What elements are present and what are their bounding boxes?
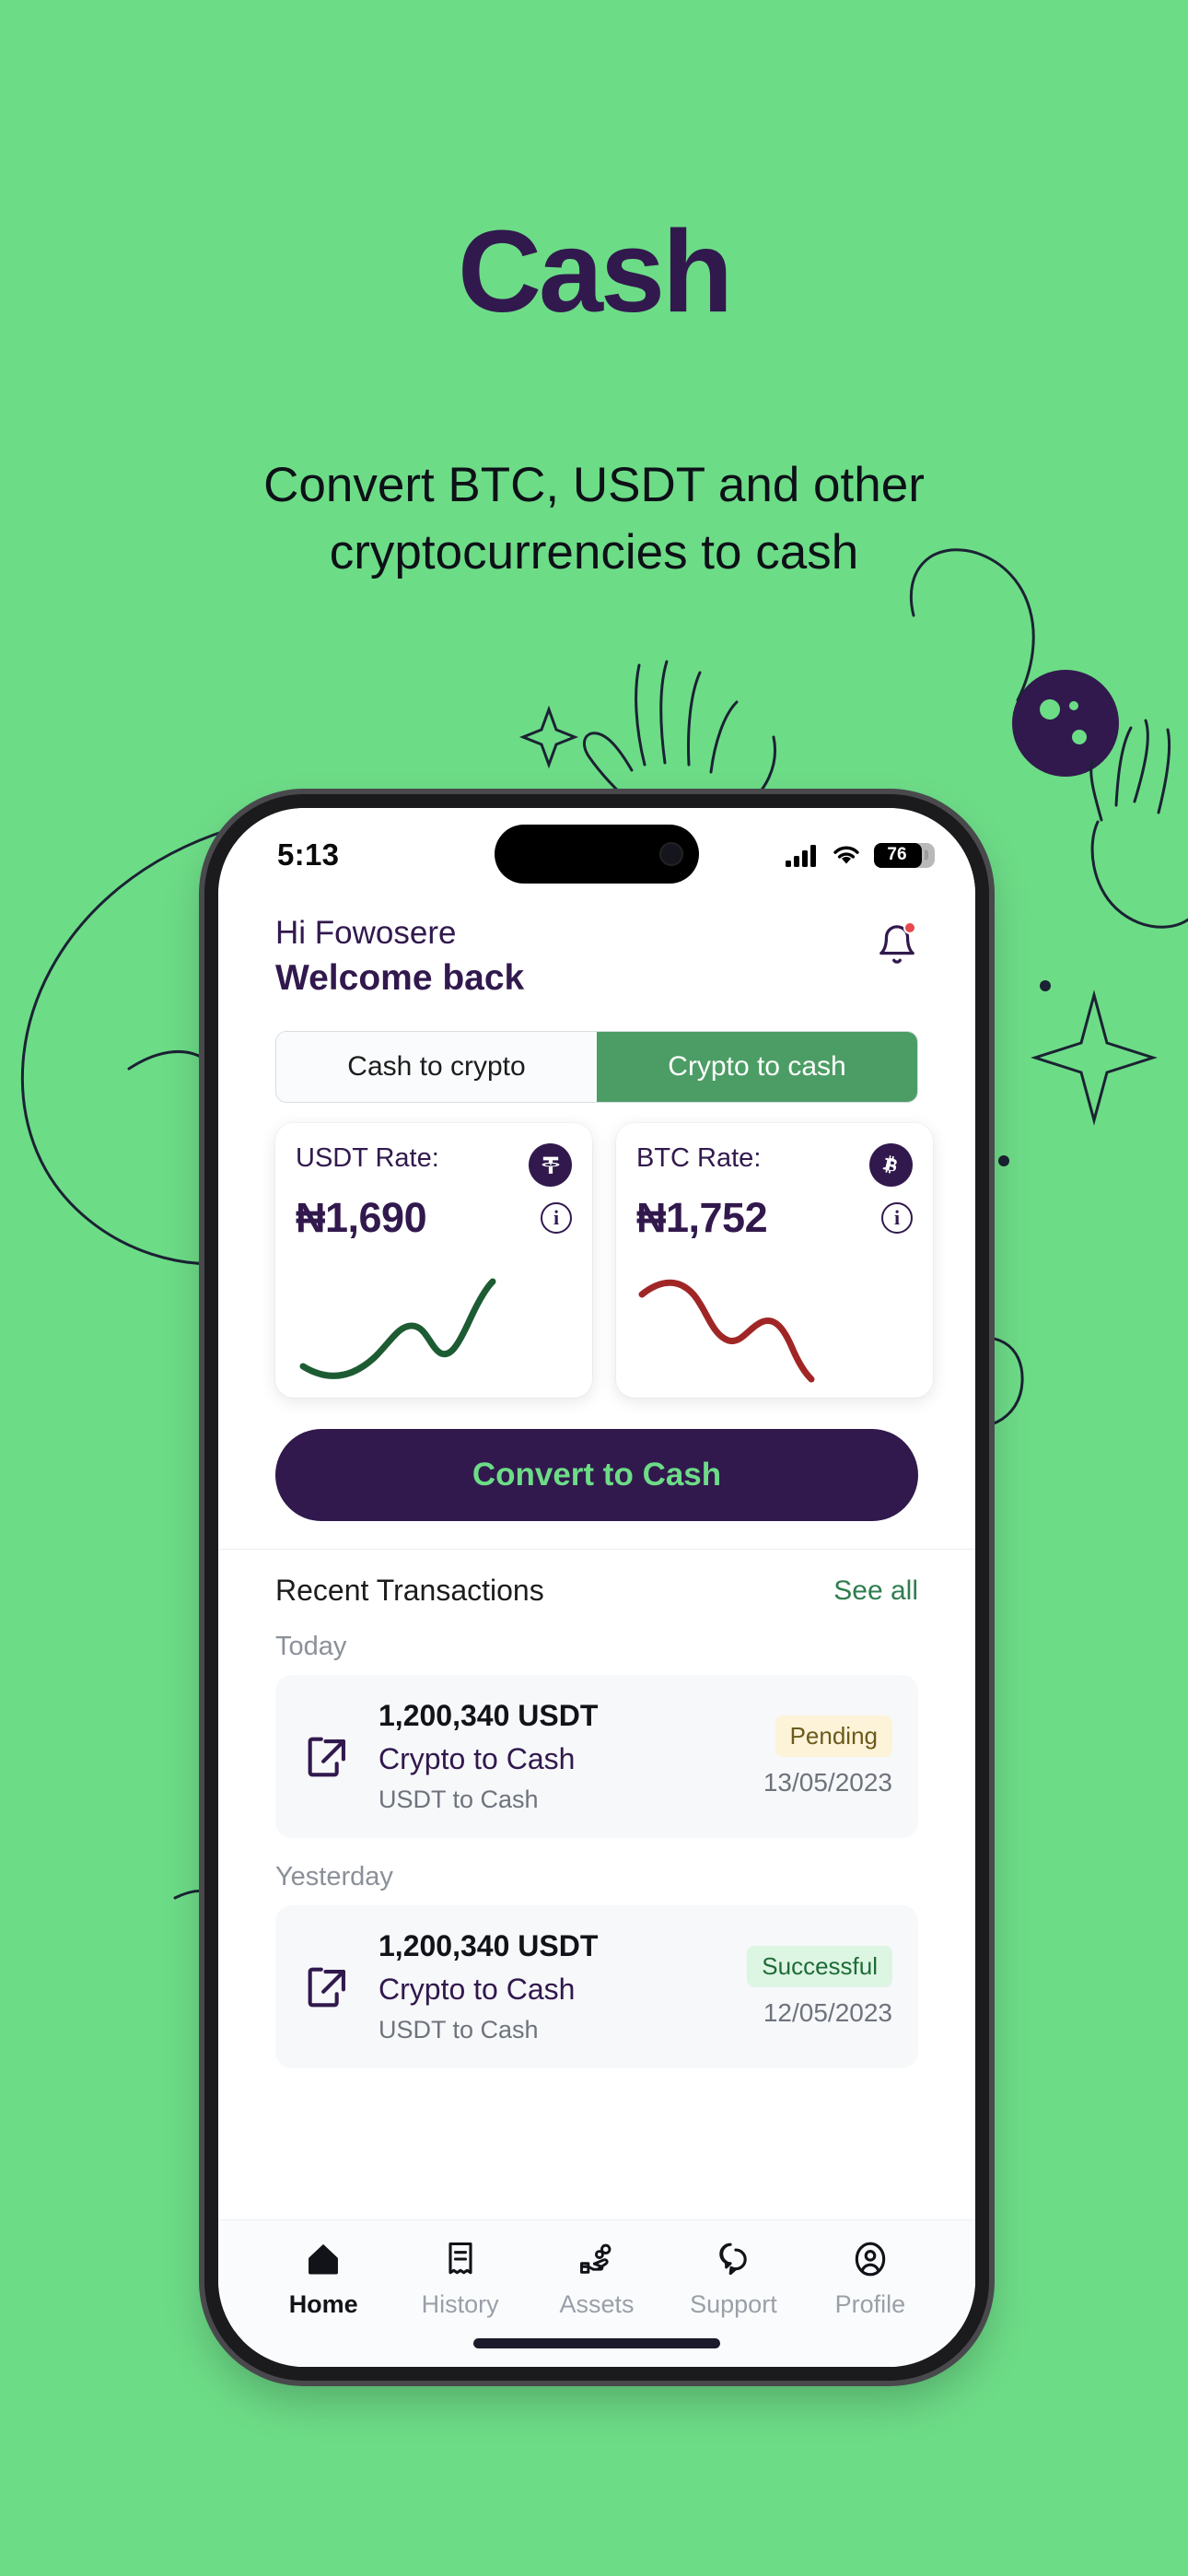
battery-level-label: 76 bbox=[874, 842, 922, 868]
dynamic-island bbox=[495, 825, 699, 884]
battery-indicator: 76 bbox=[874, 842, 935, 868]
phone-screen: 5:13 76 Hi Fowosere Welcome back Cash to… bbox=[218, 808, 975, 2367]
transaction-meta: Successful 12/05/2023 bbox=[747, 1946, 892, 2028]
transaction-subtitle: USDT to Cash bbox=[379, 1786, 539, 1813]
recent-transactions-title: Recent Transactions bbox=[275, 1574, 544, 1607]
nav-label-profile: Profile bbox=[834, 2290, 906, 2318]
recent-transactions-header: Recent Transactions See all bbox=[275, 1574, 918, 1608]
rate-card-btc-label: BTC Rate: bbox=[636, 1143, 762, 1173]
status-badge: Successful bbox=[747, 1946, 892, 1987]
rate-card-usdt-top: USDT Rate: bbox=[296, 1143, 572, 1187]
tab-crypto-to-cash[interactable]: Crypto to cash bbox=[597, 1032, 917, 1102]
bottom-navigation[interactable]: Home History Assets Support Profile bbox=[218, 2219, 975, 2319]
recent-transactions-panel: Recent Transactions See all Today 1,200,… bbox=[218, 1549, 975, 2219]
transaction-in-icon bbox=[308, 1737, 345, 1776]
rate-card-usdt[interactable]: USDT Rate: ₦1,690 i bbox=[275, 1123, 592, 1398]
rate-card-btc-top: BTC Rate: bbox=[636, 1143, 913, 1187]
phone-mockup: 5:13 76 Hi Fowosere Welcome back Cash to… bbox=[204, 794, 989, 2381]
hand-coins-icon[interactable] bbox=[576, 2239, 618, 2279]
home-indicator-area bbox=[218, 2319, 975, 2367]
transaction-date: 12/05/2023 bbox=[763, 1998, 892, 2027]
usdt-sparkline-chart bbox=[299, 1278, 496, 1379]
transaction-amount: 1,200,340 USDT bbox=[379, 1699, 599, 1732]
user-circle-icon[interactable] bbox=[850, 2239, 891, 2279]
status-bar: 5:13 76 bbox=[218, 808, 975, 893]
chat-bubbles-icon[interactable] bbox=[713, 2239, 753, 2279]
transaction-details: 1,200,340 USDT Crypto to Cash USDT to Ca… bbox=[379, 1929, 723, 2044]
transaction-type: Crypto to Cash bbox=[379, 1973, 576, 2006]
rate-card-btc-value-row: ₦1,752 i bbox=[636, 1194, 913, 1242]
promo-screenshot: Cash Convert BTC, USDT and other cryptoc… bbox=[0, 0, 1188, 2576]
app-header: Hi Fowosere Welcome back bbox=[218, 893, 975, 1007]
transaction-group-label: Today bbox=[275, 1632, 347, 1661]
bitcoin-icon bbox=[869, 1143, 913, 1187]
nav-item-profile[interactable]: Profile bbox=[802, 2239, 938, 2319]
rate-card-btc[interactable]: BTC Rate: ₦1,752 i bbox=[616, 1123, 933, 1398]
rate-card-btc-value: ₦1,752 bbox=[636, 1194, 768, 1241]
nav-item-support[interactable]: Support bbox=[665, 2239, 801, 2319]
transaction-group-label: Yesterday bbox=[275, 1862, 393, 1891]
table-row[interactable]: 1,200,340 USDT Crypto to Cash USDT to Ca… bbox=[275, 1675, 918, 1838]
home-indicator[interactable] bbox=[473, 2337, 720, 2348]
page-subtitle: Convert BTC, USDT and other cryptocurren… bbox=[263, 458, 925, 580]
page-title: Cash bbox=[457, 206, 733, 336]
status-badge: Pending bbox=[775, 1715, 892, 1757]
nav-label-assets: Assets bbox=[559, 2290, 635, 2318]
info-icon[interactable]: i bbox=[541, 1202, 572, 1234]
status-bar-indicators: 76 bbox=[786, 842, 935, 868]
nav-label-history: History bbox=[421, 2290, 499, 2318]
nav-label-home: Home bbox=[288, 2290, 358, 2318]
cellular-signal-icon bbox=[786, 845, 816, 867]
nav-item-home[interactable]: Home bbox=[255, 2239, 391, 2319]
welcome-text: Welcome back bbox=[275, 958, 525, 998]
nav-label-support: Support bbox=[690, 2290, 777, 2318]
transaction-subtitle: USDT to Cash bbox=[379, 2016, 539, 2043]
see-all-link[interactable]: See all bbox=[833, 1575, 918, 1607]
notification-dot bbox=[903, 921, 916, 934]
front-camera-icon bbox=[659, 842, 683, 866]
notification-button[interactable] bbox=[876, 921, 918, 971]
rate-card-usdt-label: USDT Rate: bbox=[296, 1143, 439, 1173]
wifi-icon bbox=[833, 846, 859, 864]
rate-cards: USDT Rate: ₦1,690 i BTC Rate: ₦1,752 i bbox=[218, 1103, 975, 1398]
transaction-details: 1,200,340 USDT Crypto to Cash USDT to Ca… bbox=[379, 1699, 740, 1814]
transaction-amount: 1,200,340 USDT bbox=[379, 1929, 599, 1962]
tether-icon bbox=[529, 1143, 572, 1187]
transaction-meta: Pending 13/05/2023 bbox=[763, 1715, 892, 1797]
info-icon[interactable]: i bbox=[881, 1202, 913, 1234]
greeting-text: Hi Fowosere bbox=[275, 915, 457, 951]
transaction-in-icon bbox=[308, 1967, 345, 2007]
convert-to-cash-button[interactable]: Convert to Cash bbox=[275, 1429, 918, 1521]
transaction-date: 13/05/2023 bbox=[763, 1768, 892, 1797]
rate-card-usdt-value: ₦1,690 bbox=[296, 1194, 427, 1241]
tab-cash-to-crypto[interactable]: Cash to crypto bbox=[276, 1032, 597, 1102]
btc-sparkline-chart bbox=[638, 1279, 815, 1383]
nav-item-assets[interactable]: Assets bbox=[529, 2239, 665, 2319]
receipt-icon[interactable] bbox=[440, 2239, 481, 2279]
transaction-type: Crypto to Cash bbox=[379, 1742, 576, 1775]
table-row[interactable]: 1,200,340 USDT Crypto to Cash USDT to Ca… bbox=[275, 1905, 918, 2068]
greeting-block: Hi Fowosere Welcome back bbox=[275, 911, 524, 1001]
status-bar-time: 5:13 bbox=[277, 837, 340, 872]
mode-toggle[interactable]: Cash to crypto Crypto to cash bbox=[275, 1031, 918, 1103]
rate-card-usdt-value-row: ₦1,690 i bbox=[296, 1194, 572, 1242]
home-icon[interactable] bbox=[303, 2239, 344, 2279]
nav-item-history[interactable]: History bbox=[391, 2239, 528, 2319]
